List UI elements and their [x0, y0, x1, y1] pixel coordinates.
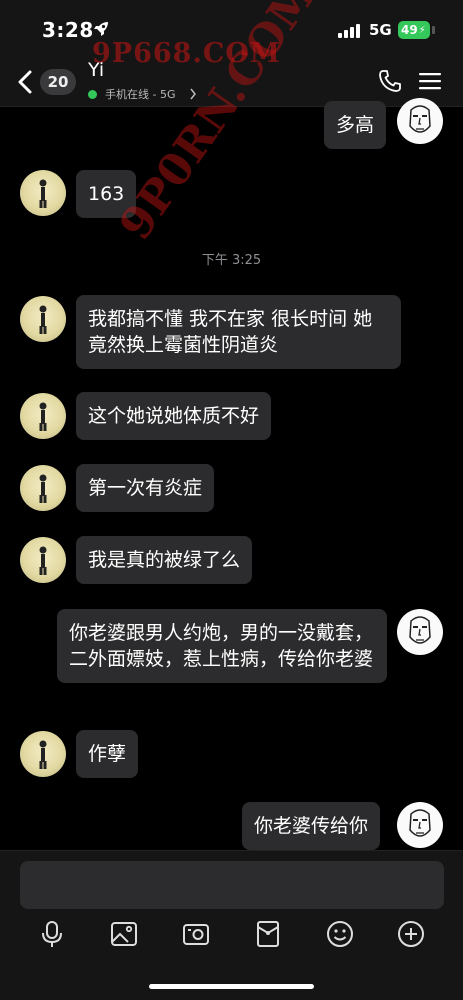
chat-header: 20 Yi 手机在线 - 5G — [0, 55, 463, 107]
composer — [0, 850, 463, 1000]
camera-icon[interactable] — [181, 919, 211, 949]
message-bubble-received[interactable]: 第一次有炎症 — [76, 464, 215, 512]
face-sketch-icon — [409, 105, 431, 133]
message-bubble-received[interactable]: 这个她说她体质不好 — [76, 392, 272, 440]
contact-avatar[interactable] — [20, 537, 66, 583]
figure-icon — [39, 546, 47, 575]
message-bubble-received[interactable]: 163 — [76, 170, 137, 218]
phone-call-icon[interactable] — [378, 69, 402, 93]
online-status-dot — [88, 90, 97, 99]
my-avatar[interactable] — [397, 802, 443, 848]
contact-avatar[interactable] — [20, 296, 66, 342]
status-bar: 3:28 5G 49 ⚡ — [0, 0, 463, 60]
message-bubble-received[interactable]: 我是真的被绿了么 — [76, 536, 253, 584]
contact-name[interactable]: Yi — [88, 59, 104, 81]
message-input[interactable] — [20, 861, 444, 909]
menu-icon[interactable] — [418, 71, 442, 91]
battery-icon: 49 ⚡ — [398, 21, 430, 39]
contact-avatar[interactable] — [20, 170, 66, 216]
message-bubble-received[interactable]: 作孽 — [76, 730, 139, 778]
figure-icon — [39, 740, 47, 769]
online-status-text[interactable]: 手机在线 - 5G — [105, 86, 176, 102]
home-indicator[interactable] — [149, 984, 314, 989]
network-type: 5G — [369, 21, 392, 39]
figure-icon — [39, 305, 47, 334]
rocket-icon — [94, 22, 108, 36]
plus-icon[interactable] — [396, 919, 426, 949]
figure-icon — [39, 474, 47, 503]
message-timestamp: 下午 3:25 — [201, 253, 262, 268]
message-bubble-sent[interactable]: 你老婆跟男人约炮，男的一没戴套，二外面嫖妓，惹上性病，传给你老婆 — [57, 609, 387, 683]
signal-icon — [338, 24, 360, 38]
my-avatar[interactable] — [397, 98, 443, 144]
battery-level: 49 — [401, 23, 418, 37]
figure-icon — [39, 179, 47, 208]
emoji-icon[interactable] — [325, 919, 355, 949]
face-sketch-icon — [409, 616, 431, 644]
contact-avatar[interactable] — [20, 731, 66, 777]
face-sketch-icon — [409, 809, 431, 837]
message-bubble-received[interactable]: 我都搞不懂 我不在家 很长时间 她竟然换上霉菌性阴道炎 — [76, 295, 401, 369]
my-avatar[interactable] — [397, 609, 443, 655]
status-time: 3:28 — [42, 18, 94, 42]
chevron-right-icon[interactable] — [189, 88, 197, 100]
microphone-icon[interactable] — [37, 919, 67, 949]
contact-avatar[interactable] — [20, 393, 66, 439]
battery-tip — [432, 26, 435, 34]
image-icon[interactable] — [109, 919, 139, 949]
message-bubble-sent[interactable]: 多高 — [324, 101, 387, 149]
contact-avatar[interactable] — [20, 465, 66, 511]
message-bubble-sent[interactable]: 你老婆传给你 — [242, 802, 381, 850]
back-chevron-icon[interactable] — [16, 69, 34, 95]
red-packet-icon[interactable] — [253, 919, 283, 949]
unread-badge[interactable]: 20 — [40, 69, 76, 95]
figure-icon — [39, 402, 47, 431]
